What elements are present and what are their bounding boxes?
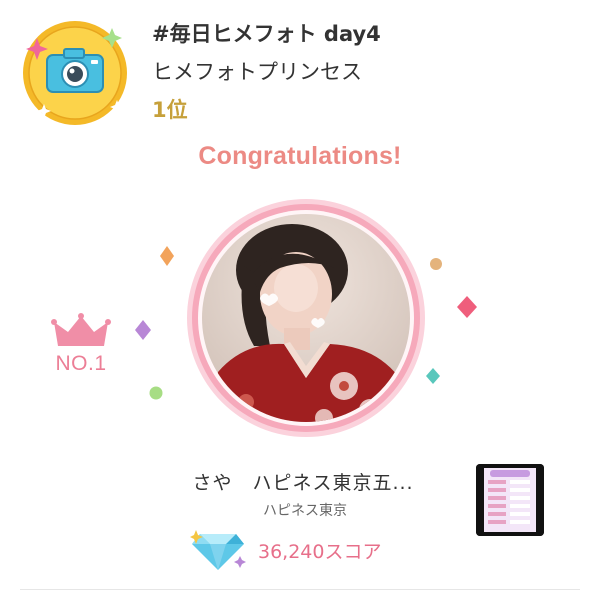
- crown-icon: [51, 313, 111, 346]
- no1-crown: NO.1: [46, 312, 116, 384]
- divider: [20, 589, 580, 590]
- award-name: ヒメフォトプリンセス: [152, 60, 362, 84]
- score: 36,240スコア: [190, 528, 381, 572]
- header: #毎日ヒメフォト day4 ヒメフォトプリンセス 1位: [152, 20, 381, 124]
- event-title[interactable]: #毎日ヒメフォト day4: [152, 20, 381, 48]
- score-value: 36,240スコア: [258, 540, 382, 563]
- ranking-thumbnail[interactable]: [476, 464, 544, 536]
- diamond-icon: [190, 530, 246, 570]
- camera-badge-icon: [20, 18, 130, 128]
- no1-label: NO.1: [55, 352, 107, 375]
- avatar[interactable]: [184, 196, 428, 440]
- congratulations-heading: Congratulations!: [198, 142, 402, 170]
- rank-label: 1位: [152, 98, 188, 122]
